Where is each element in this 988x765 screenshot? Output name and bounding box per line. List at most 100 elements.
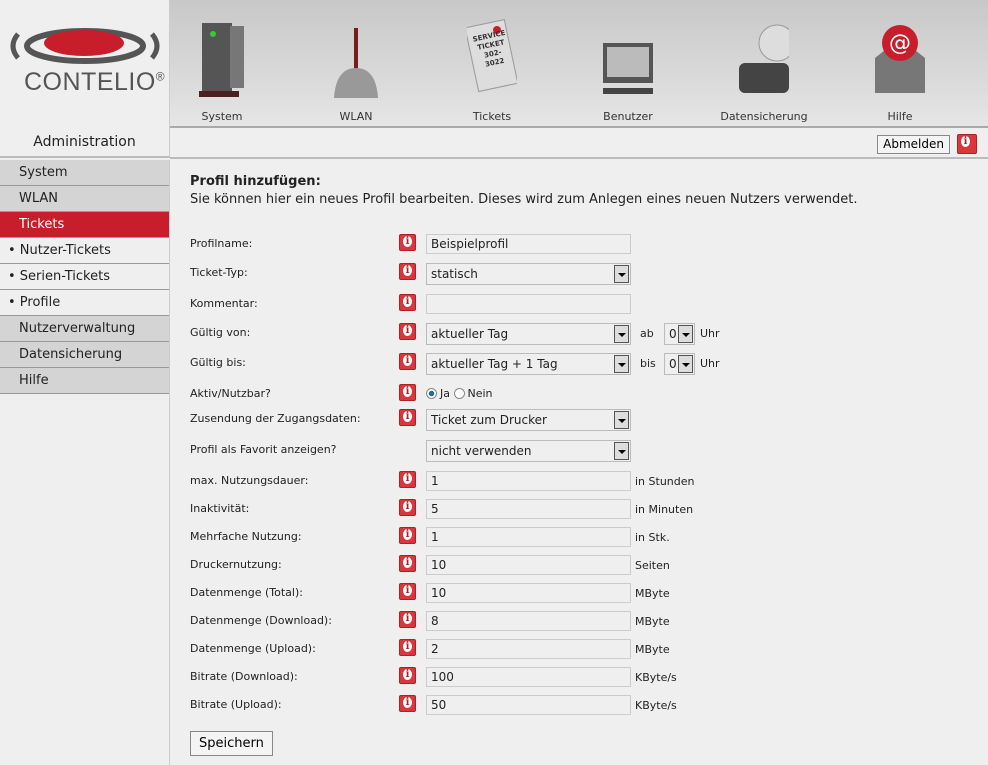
monitor-icon — [603, 43, 653, 94]
row-profilname: Profilname: Beispielprofil — [190, 234, 790, 256]
radio-ja[interactable] — [426, 388, 437, 399]
info-icon[interactable] — [957, 134, 977, 154]
numeric-input[interactable]: 10 — [426, 583, 631, 603]
chevron-down-icon[interactable] — [678, 325, 693, 343]
ticket-image-text: SERVICE TICKET 302-3022 — [472, 28, 507, 69]
gueltig-bis-select[interactable]: aktueller Tag + 1 Tag — [426, 353, 631, 375]
info-icon[interactable] — [399, 499, 416, 516]
chevron-down-icon[interactable] — [614, 355, 629, 373]
chevron-down-icon[interactable] — [614, 411, 629, 429]
row-numeric: Inaktivität: 5 in Minuten — [190, 499, 790, 521]
antenna-icon — [334, 28, 378, 98]
info-icon[interactable] — [399, 294, 416, 311]
mail-help-icon: @ — [875, 25, 925, 93]
sidebar: System WLAN Tickets • Nutzer-Tickets • S… — [0, 160, 170, 765]
info-icon[interactable] — [399, 323, 416, 340]
row-gueltig-bis: Gültig bis: aktueller Tag + 1 Tag bis 0 Uhr — [190, 353, 790, 375]
info-icon[interactable] — [399, 583, 416, 600]
chevron-down-icon[interactable] — [614, 442, 629, 460]
label: Inaktivität: — [190, 502, 250, 515]
numeric-input[interactable]: 10 — [426, 555, 631, 575]
info-icon[interactable] — [399, 667, 416, 684]
info-icon[interactable] — [399, 555, 416, 572]
numeric-input[interactable]: 2 — [426, 639, 631, 659]
unit-label: MByte — [635, 643, 670, 656]
label: Bitrate (Download): — [190, 670, 298, 683]
info-icon[interactable] — [399, 527, 416, 544]
label: Bitrate (Upload): — [190, 698, 282, 711]
nav-tickets[interactable]: SERVICE TICKET 302-3022 Tickets — [424, 0, 560, 126]
nav-datensicherung[interactable]: Datensicherung — [696, 0, 832, 126]
row-tickettyp: Ticket-Typ: statisch — [190, 263, 790, 285]
profilname-input[interactable]: Beispielprofil — [426, 234, 631, 254]
row-numeric: Bitrate (Download): 100 KByte/s — [190, 667, 790, 689]
row-numeric: Druckernutzung: 10 Seiten — [190, 555, 790, 577]
brand-name: CONTELIO — [24, 68, 156, 96]
info-icon[interactable] — [399, 263, 416, 280]
chevron-down-icon[interactable] — [678, 355, 693, 373]
row-zusendung: Zusendung der Zugangsdaten: Ticket zum Dr… — [190, 409, 790, 431]
nav-hilfe[interactable]: @ Hilfe — [832, 0, 968, 126]
label: Gültig bis: — [190, 356, 246, 369]
nav-label: WLAN — [339, 110, 373, 123]
select-value: Ticket zum Drucker — [431, 413, 547, 427]
favorit-select[interactable]: nicht verwenden — [426, 440, 631, 462]
nein-label: Nein — [467, 387, 493, 400]
bis-hour-select[interactable]: 0 — [664, 353, 695, 375]
sidebar-item-system[interactable]: System — [0, 160, 169, 186]
von-hour-select[interactable]: 0 — [664, 323, 695, 345]
label: Aktiv/Nutzbar? — [190, 387, 271, 400]
zusendung-select[interactable]: Ticket zum Drucker — [426, 409, 631, 431]
unit-label: MByte — [635, 587, 670, 600]
ab-label: ab — [640, 327, 654, 340]
sidebar-item-tickets[interactable]: Tickets — [0, 212, 169, 238]
info-icon[interactable] — [399, 695, 416, 712]
sidebar-item-nutzerverwaltung[interactable]: Nutzerverwaltung — [0, 316, 169, 342]
info-icon[interactable] — [399, 611, 416, 628]
numeric-input[interactable]: 5 — [426, 499, 631, 519]
logout-button[interactable]: Abmelden — [877, 135, 950, 154]
numeric-input[interactable]: 1 — [426, 527, 631, 547]
sidebar-item-serien-tickets[interactable]: • Serien-Tickets — [0, 264, 169, 290]
ja-label: Ja — [440, 387, 450, 400]
save-button[interactable]: Speichern — [190, 731, 273, 756]
sidebar-item-hilfe[interactable]: Hilfe — [0, 368, 169, 394]
info-icon[interactable] — [399, 384, 416, 401]
nav-wlan[interactable]: WLAN — [288, 0, 424, 126]
tickettyp-select[interactable]: statisch — [426, 263, 631, 285]
nav-system[interactable]: System — [154, 0, 290, 126]
label: Mehrfache Nutzung: — [190, 530, 302, 543]
sidebar-item-wlan[interactable]: WLAN — [0, 186, 169, 212]
numeric-input[interactable]: 100 — [426, 667, 631, 687]
page-description: Sie können hier ein neues Profil bearbei… — [190, 192, 858, 207]
radio-nein[interactable] — [453, 388, 465, 399]
row-numeric: Datenmenge (Total): 10 MByte — [190, 583, 790, 605]
unit-label: KByte/s — [635, 671, 677, 684]
info-icon[interactable] — [399, 353, 416, 370]
gueltig-von-select[interactable]: aktueller Tag — [426, 323, 631, 345]
sidebar-item-profile[interactable]: • Profile — [0, 290, 169, 316]
kommentar-input[interactable] — [426, 294, 631, 314]
chevron-down-icon[interactable] — [614, 265, 629, 283]
nav-benutzer[interactable]: Benutzer — [560, 0, 696, 126]
sidebar-item-nutzer-tickets[interactable]: • Nutzer-Tickets — [0, 238, 169, 264]
info-icon[interactable] — [399, 639, 416, 656]
svg-text:@: @ — [889, 31, 911, 56]
chevron-down-icon[interactable] — [614, 325, 629, 343]
numeric-input[interactable]: 50 — [426, 695, 631, 715]
info-icon[interactable] — [399, 471, 416, 488]
info-icon[interactable] — [399, 234, 416, 251]
label: Profil als Favorit anzeigen? — [190, 443, 337, 456]
admin-header: Administration — [0, 128, 170, 158]
info-icon[interactable] — [399, 409, 416, 426]
row-kommentar: Kommentar: — [190, 294, 790, 316]
label: Datenmenge (Upload): — [190, 642, 316, 655]
label: max. Nutzungsdauer: — [190, 474, 309, 487]
bis-label: bis — [640, 357, 656, 370]
logo: CONTELIO® — [0, 0, 170, 128]
numeric-input[interactable]: 8 — [426, 611, 631, 631]
numeric-input[interactable]: 1 — [426, 471, 631, 491]
select-value: statisch — [431, 267, 478, 281]
sidebar-item-datensicherung[interactable]: Datensicherung — [0, 342, 169, 368]
label: Datenmenge (Total): — [190, 586, 303, 599]
